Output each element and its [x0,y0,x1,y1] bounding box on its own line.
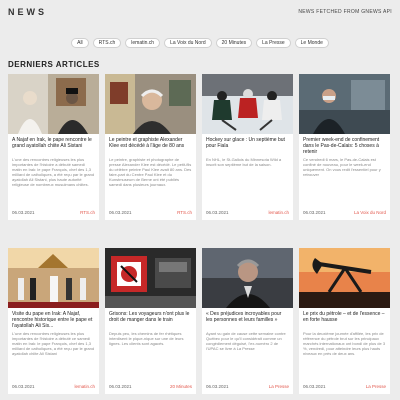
filter-le-monde[interactable]: Le Monde [294,38,329,48]
article-date: 06.03.2021 [109,210,132,215]
article-source[interactable]: RTS.ch [177,210,192,215]
article-description: Ce vendredi 6 mars, le Pas-de-Calais est… [303,157,381,177]
article-source[interactable]: La Presse [366,384,386,389]
article-source[interactable]: 20 Minutes [170,384,192,389]
article-description: Le peintre, graphiste et photographe de … [109,157,192,187]
article-card[interactable]: Le peintre et graphiste Alexander Klee e… [105,74,196,220]
article-source[interactable]: La Presse [269,384,289,389]
article-title[interactable]: Le peintre et graphiste Alexander Klee e… [109,137,192,149]
filter-voix-du-nord[interactable]: La Voix du Nord [164,38,212,48]
article-image-train [105,248,196,308]
article-title[interactable]: Grisons: Les voyageurs n'ont plus le dro… [109,311,192,323]
article-card[interactable]: Visite du pape en Irak: A Najaf, rencont… [8,248,99,394]
article-date: 06.03.2021 [303,384,326,389]
article-card[interactable]: Premier week-end de confinement dans le … [299,74,390,220]
article-card[interactable]: « Des préjudices incroyables pour les pe… [202,248,293,394]
article-image-upac [202,248,293,308]
top-bar: NEWS NEWS FETCHED FROM GNEWS API [0,0,400,28]
article-card[interactable]: Hockey sur glace : Un septième but pour … [202,74,293,220]
article-source[interactable]: lematin.ch [74,384,95,389]
article-description: Depuis peu, les chemins de fer rhétiques… [109,331,184,346]
filter-la-presse[interactable]: La Presse [256,38,291,48]
article-title[interactable]: Premier week-end de confinement dans le … [303,137,386,155]
article-image-pope-visit [8,248,99,308]
article-date: 06.03.2021 [206,210,229,215]
article-source[interactable]: La Voix du Nord [354,210,386,215]
article-card[interactable]: Le prix du pétrole – et de l'essence – e… [299,248,390,394]
article-image-oil-pump [299,248,390,308]
article-description: Pour la deuxième journée d'affilée, les … [303,331,386,356]
article-description: Ayant vu gain de cause cette semaine con… [206,331,286,351]
article-date: 06.03.2021 [303,210,326,215]
section-title: DERNIERS ARTICLES [8,60,100,69]
article-title[interactable]: Visite du pape en Irak: A Najaf, rencont… [12,311,95,329]
article-date: 06.03.2021 [206,384,229,389]
article-image-pope-sistani [8,74,99,134]
article-title[interactable]: Hockey sur glace : Un septième but pour … [206,137,289,149]
articles-grid-row-2: Visite du pape en Irak: A Najaf, rencont… [8,248,392,394]
article-image-hockey [202,74,293,134]
article-title[interactable]: Le prix du pétrole – et de l'essence – e… [303,311,386,323]
article-date: 06.03.2021 [12,210,35,215]
source-filter-bar: All RTS.ch lematin.ch La Voix du Nord 20… [0,38,400,48]
article-title[interactable]: « Des préjudices incroyables pour les pe… [206,311,289,323]
article-title[interactable]: A Najaf en Irak, le pape rencontre le gr… [12,137,95,149]
article-card[interactable]: A Najaf en Irak, le pape rencontre le gr… [8,74,99,220]
article-source[interactable]: RTS.ch [80,210,95,215]
article-image-painter [105,74,196,134]
article-card[interactable]: Grisons: Les voyageurs n'ont plus le dro… [105,248,196,394]
articles-grid-row-1: A Najaf en Irak, le pape rencontre le gr… [8,74,392,220]
article-image-pas-de-calais [299,74,390,134]
filter-20-minutes[interactable]: 20 Minutes [215,38,253,48]
article-description: L'une des rencontres religieuses les plu… [12,157,95,187]
article-date: 06.03.2021 [12,384,35,389]
filter-lematin[interactable]: lematin.ch [125,38,161,48]
api-credit: NEWS FETCHED FROM GNEWS API [298,9,392,15]
article-date: 06.03.2021 [109,384,132,389]
article-description: L'une des rencontres religieuses les plu… [12,331,95,356]
site-logo[interactable]: NEWS [8,7,47,17]
article-source[interactable]: lematin.ch [268,210,289,215]
filter-rts[interactable]: RTS.ch [92,38,122,48]
article-description: En NHL, le St-Gallois du Minnesota Wild … [206,157,282,167]
filter-all[interactable]: All [71,38,89,48]
